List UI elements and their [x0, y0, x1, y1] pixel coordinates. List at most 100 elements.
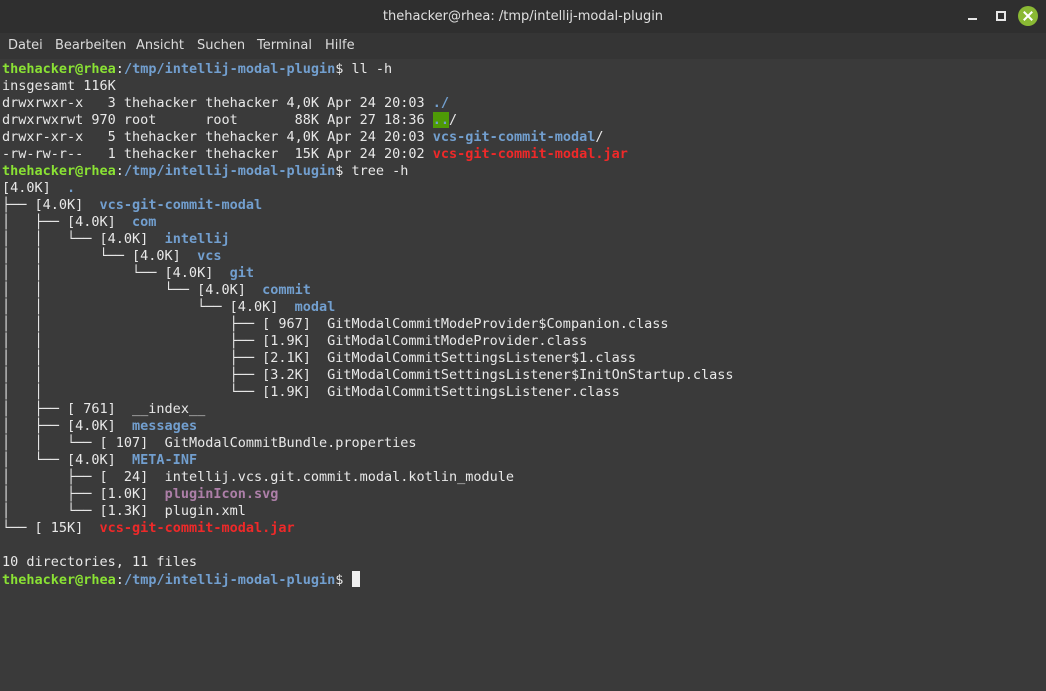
prompt-path: /tmp/intellij-modal-plugin [123, 61, 336, 77]
minimize-icon [968, 18, 977, 20]
tree-name: GitModalCommitBundle.properties [164, 435, 417, 451]
ll-row-name: ./ [432, 95, 450, 111]
prompt-user-host: thehacker@rhea [2, 61, 116, 77]
ll-row-name: .. [432, 112, 450, 128]
tree-entry: │ │ ├── [ 967] GitModalCommitModeProvide… [2, 316, 668, 333]
tree-name: . [67, 180, 76, 196]
tree-name: META-INF [132, 452, 198, 468]
tree-prefix: │ │ └── [4.0K] [2, 265, 230, 281]
prompt-symbol: $ [335, 61, 352, 77]
tree-entry: │ ├── [ 24] intellij.vcs.git.commit.moda… [2, 469, 514, 486]
tree-entry: │ ├── [ 761] __index__ [2, 401, 205, 418]
prompt-line: thehacker@rhea:/tmp/intellij-modal-plugi… [2, 61, 392, 78]
tree-entry: │ ├── [1.0K] pluginIcon.svg [2, 486, 278, 503]
menu-suchen[interactable]: Suchen [197, 33, 245, 59]
prompt-user-host: thehacker@rhea [2, 163, 116, 179]
menu-datei[interactable]: Datei [8, 33, 43, 59]
ll-row: drwxr-xr-x 5 thehacker thehacker 4,0K Ap… [2, 129, 603, 146]
prompt-user-host: thehacker@rhea [2, 572, 116, 588]
menu-hilfe[interactable]: Hilfe [325, 33, 355, 59]
prompt-separator: : [115, 572, 124, 588]
tree-entry: │ │ └── [1.9K] GitModalCommitSettingsLis… [2, 384, 620, 401]
close-button[interactable] [1018, 6, 1038, 26]
title-bar[interactable]: thehacker@rhea: /tmp/intellij-modal-plug… [0, 0, 1046, 33]
ll-row-meta: drwxrwxrwt 970 root root 88K Apr 27 18:3… [2, 112, 433, 128]
ll-row-name: vcs-git-commit-modal.jar [432, 146, 628, 162]
ll-row-suffix: / [595, 129, 604, 145]
tree-name: __index__ [132, 401, 206, 417]
tree-prefix: │ ├── [ 24] [2, 469, 165, 485]
ll-row-name: vcs-git-commit-modal [432, 129, 596, 145]
tree-prefix: │ │ └── [ 107] [2, 435, 165, 451]
ll-row: -rw-rw-r-- 1 thehacker thehacker 15K Apr… [2, 146, 628, 163]
menu-ansicht[interactable]: Ansicht [136, 33, 184, 59]
tree-prefix: │ ├── [ 761] [2, 401, 133, 417]
minimize-button[interactable] [963, 6, 983, 26]
tree-name: intellij [164, 231, 230, 247]
tree-entry: │ ├── [4.0K] com [2, 214, 156, 231]
tree-entry: │ │ └── [ 107] GitModalCommitBundle.prop… [2, 435, 417, 452]
tree-entry: │ │ ├── [1.9K] GitModalCommitModeProvide… [2, 333, 587, 350]
ll-row-meta: drwxr-xr-x 5 thehacker thehacker 4,0K Ap… [2, 129, 433, 145]
menu-terminal[interactable]: Terminal [257, 33, 312, 59]
tree-prefix: │ ├── [1.0K] [2, 486, 165, 502]
tree-entry: │ │ └── [4.0K] git [2, 265, 254, 282]
ll-total: insgesamt 116K [2, 78, 116, 94]
tree-prefix: │ ├── [4.0K] [2, 418, 133, 434]
tree-entry: └── [ 15K] vcs-git-commit-modal.jar [2, 520, 295, 537]
tree-entry: │ │ └── [4.0K] vcs [2, 248, 221, 265]
tree-name: pluginIcon.svg [164, 486, 279, 502]
tree-name: vcs [197, 248, 222, 264]
tree-summary: 10 directories, 11 files [2, 554, 198, 570]
tree-prefix: │ │ └── [4.0K] [2, 231, 165, 247]
maximize-button[interactable] [991, 6, 1011, 26]
maximize-icon [996, 11, 1006, 21]
text-cursor [351, 571, 360, 587]
prompt-symbol: $ [335, 572, 352, 588]
tree-name: intellij.vcs.git.commit.modal.kotlin_mod… [164, 469, 515, 485]
tree-prefix: │ │ ├── [1.9K] [2, 333, 328, 349]
tree-entry: │ │ ├── [3.2K] GitModalCommitSettingsLis… [2, 367, 734, 384]
prompt-path: /tmp/intellij-modal-plugin [123, 163, 336, 179]
tree-name: GitModalCommitSettingsListener$InitOnSta… [327, 367, 734, 383]
tree-prefix: └── [ 15K] [2, 520, 100, 536]
tree-name: com [132, 214, 157, 230]
menu-bearbeiten[interactable]: Bearbeiten [55, 33, 126, 59]
tree-name: GitModalCommitModeProvider.class [327, 333, 588, 349]
tree-name: messages [132, 418, 198, 434]
tree-entry: │ └── [4.0K] META-INF [2, 452, 197, 469]
tree-prefix: │ └── [1.3K] [2, 503, 165, 519]
tree-prefix: │ │ └── [4.0K] [2, 282, 263, 298]
terminal-output[interactable]: thehacker@rhea:/tmp/intellij-modal-plugi… [0, 59, 1034, 691]
tree-prefix: │ │ ├── [ 967] [2, 316, 328, 332]
command-text: tree -h [351, 163, 409, 179]
prompt-separator: : [115, 61, 124, 77]
tree-entry: │ ├── [4.0K] messages [2, 418, 197, 435]
tree-prefix: ├── [4.0K] [2, 197, 100, 213]
tree-name: git [229, 265, 254, 281]
tree-name: GitModalCommitSettingsListener.class [327, 384, 620, 400]
tree-entry: │ └── [1.3K] plugin.xml [2, 503, 246, 520]
tree-name: vcs-git-commit-modal [99, 197, 263, 213]
prompt-line: thehacker@rhea:/tmp/intellij-modal-plugi… [2, 163, 408, 180]
tree-prefix: │ │ └── [1.9K] [2, 384, 328, 400]
prompt-symbol: $ [335, 163, 352, 179]
menu-bar: Datei Bearbeiten Ansicht Suchen Terminal… [0, 33, 1046, 59]
tree-name: GitModalCommitSettingsListener$1.class [327, 350, 636, 366]
prompt-path: /tmp/intellij-modal-plugin [123, 572, 336, 588]
tree-prefix: │ │ └── [4.0K] [2, 248, 198, 264]
window-title: thehacker@rhea: /tmp/intellij-modal-plug… [382, 9, 664, 24]
prompt-separator: : [115, 163, 124, 179]
terminal-scrollbar[interactable] [1036, 59, 1044, 691]
command-text: ll -h [351, 61, 393, 77]
tree-entry: │ │ └── [4.0K] modal [2, 299, 335, 316]
tree-name: vcs-git-commit-modal.jar [99, 520, 295, 536]
tree-name: plugin.xml [164, 503, 246, 519]
ll-row: drwxrwxrwt 970 root root 88K Apr 27 18:3… [2, 112, 457, 129]
tree-prefix: │ │ ├── [3.2K] [2, 367, 328, 383]
tree-entry: │ │ └── [4.0K] commit [2, 282, 311, 299]
ll-row-suffix: / [449, 112, 458, 128]
ll-row-meta: -rw-rw-r-- 1 thehacker thehacker 15K Apr… [2, 146, 433, 162]
ll-row-meta: drwxrwxr-x 3 thehacker thehacker 4,0K Ap… [2, 95, 433, 111]
prompt-line: thehacker@rhea:/tmp/intellij-modal-plugi… [2, 571, 360, 588]
